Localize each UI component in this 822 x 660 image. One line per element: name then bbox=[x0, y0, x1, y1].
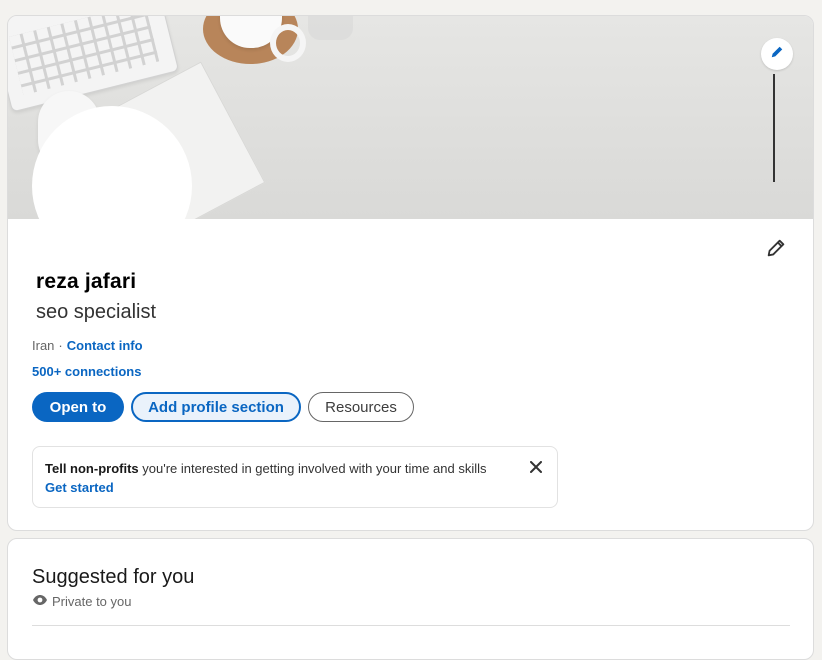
privacy-text: Private to you bbox=[52, 594, 132, 609]
meta-separator: · bbox=[58, 338, 63, 353]
profile-name: reza jafari bbox=[36, 270, 137, 293]
banner-mug-handle bbox=[270, 24, 306, 62]
eye-icon bbox=[32, 594, 48, 609]
dismiss-notice-button[interactable] bbox=[527, 459, 545, 477]
edit-banner-button[interactable] bbox=[761, 38, 793, 70]
connections-link[interactable]: 500+ connections bbox=[32, 364, 141, 379]
profile-card: reza jafari seo specialist Iran · Contac… bbox=[7, 15, 814, 531]
banner-glass-image bbox=[308, 16, 353, 40]
edit-intro-button[interactable] bbox=[764, 238, 788, 262]
suggested-title: Suggested for you bbox=[32, 566, 195, 588]
notice-body-text: you're interested in getting involved wi… bbox=[138, 461, 487, 476]
get-started-link[interactable]: Get started bbox=[45, 480, 114, 495]
profile-headline: seo specialist bbox=[36, 301, 157, 323]
resources-button[interactable]: Resources bbox=[308, 392, 414, 422]
profile-avatar[interactable] bbox=[32, 106, 192, 266]
pencil-icon bbox=[765, 237, 787, 264]
divider bbox=[32, 625, 790, 626]
open-to-button[interactable]: Open to bbox=[32, 392, 124, 422]
add-profile-section-button[interactable]: Add profile section bbox=[131, 392, 301, 422]
notice-text: Tell non-profits you're interested in ge… bbox=[45, 461, 487, 476]
pencil-icon bbox=[770, 45, 784, 64]
banner-divider-line bbox=[773, 74, 775, 182]
location-text: Iran bbox=[32, 338, 55, 353]
nonprofit-notice: Tell non-profits you're interested in ge… bbox=[32, 446, 558, 508]
notice-bold-text: Tell non-profits bbox=[45, 461, 139, 476]
profile-meta: Iran · Contact info bbox=[32, 338, 143, 353]
close-icon bbox=[530, 459, 542, 478]
contact-info-link[interactable]: Contact info bbox=[67, 338, 143, 353]
privacy-indicator: Private to you bbox=[32, 594, 132, 609]
